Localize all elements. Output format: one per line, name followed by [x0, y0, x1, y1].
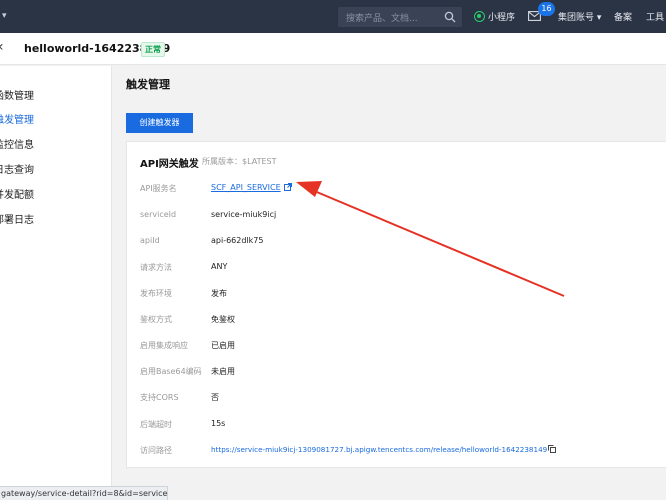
- request-method-label: 请求方法: [140, 263, 172, 272]
- back-arrow-icon[interactable]: ‹: [0, 39, 4, 55]
- sidebar-item-monitoring[interactable]: 监控信息: [0, 136, 34, 151]
- auth-method-label: 鉴权方式: [140, 315, 172, 324]
- base64-encoding-value: 未启用: [211, 367, 235, 376]
- beian-link[interactable]: 备案: [614, 10, 632, 23]
- tools-menu[interactable]: 工具: [646, 10, 664, 23]
- copy-icon[interactable]: [548, 445, 557, 453]
- top-navigation-bar: ▾ 搜索产品、文档... 小程序 16 集团账号 ▾ 备案 工具: [0, 0, 666, 33]
- sidebar-item-deploy-log[interactable]: 部署日志: [0, 211, 34, 226]
- backend-timeout-value: 15s: [211, 419, 226, 428]
- external-link-icon[interactable]: [283, 183, 292, 191]
- function-header: ‹ helloworld-1642238149 正常: [0, 33, 666, 65]
- backend-timeout-label: 后端超时: [140, 420, 172, 429]
- api-service-link[interactable]: SCF_API_SERVICE: [211, 183, 281, 192]
- miniprogram-icon: [474, 11, 485, 22]
- sidebar-item-trigger-management[interactable]: 触发管理: [0, 111, 34, 126]
- auth-method-value: 免鉴权: [211, 315, 235, 324]
- menu-caret-icon[interactable]: ▾: [2, 11, 7, 21]
- cors-value: 否: [211, 393, 219, 402]
- search-input[interactable]: 搜索产品、文档...: [338, 7, 462, 27]
- message-count-badge: 16: [538, 2, 555, 16]
- group-account-menu[interactable]: 集团账号 ▾: [558, 10, 601, 23]
- publish-env-value: 发布: [211, 289, 227, 298]
- sidebar-item-log-query[interactable]: 日志查询: [0, 161, 34, 176]
- create-trigger-button[interactable]: 创建触发器: [126, 113, 193, 133]
- api-service-name-value: SCF_API_SERVICE: [211, 183, 292, 192]
- integrated-response-label: 启用集成响应: [140, 341, 188, 350]
- access-path-label: 访问路径: [140, 446, 172, 455]
- publish-env-label: 发布环境: [140, 289, 172, 298]
- search-icon[interactable]: [444, 11, 456, 23]
- card-title: API网关触发: [140, 159, 199, 170]
- version-label: 所属版本：$LATEST: [202, 157, 277, 166]
- status-badge: 正常: [141, 42, 165, 57]
- sidebar-item-function-management[interactable]: 函数管理: [0, 87, 34, 102]
- base64-encoding-label: 启用Base64编码: [140, 367, 202, 376]
- cors-label: 支持CORS: [140, 393, 179, 402]
- access-path-value: https://service-miuk9icj-1309081727.bj.a…: [211, 445, 557, 454]
- api-service-name-label: API服务名: [140, 184, 177, 193]
- service-id-label: serviceId: [140, 210, 177, 219]
- miniprogram-link[interactable]: 小程序: [474, 10, 515, 23]
- access-path-link[interactable]: https://service-miuk9icj-1309081727.bj.a…: [211, 445, 547, 454]
- api-gateway-trigger-card: API网关触发 所属版本：$LATEST API服务名 SCF_API_SERV…: [126, 141, 666, 468]
- api-id-value: api-662dlk75: [211, 236, 264, 245]
- search-placeholder: 搜索产品、文档...: [346, 14, 418, 24]
- miniprogram-label: 小程序: [488, 13, 516, 23]
- request-method-value: ANY: [211, 262, 228, 271]
- sidebar-item-concurrency-quota[interactable]: 并发配额: [0, 186, 34, 201]
- sidebar: 函数管理 触发管理 监控信息 日志查询 并发配额 部署日志: [0, 66, 112, 500]
- integrated-response-value: 已启用: [211, 341, 235, 350]
- browser-status-url: gateway/service-detail?rid=8&id=service-…: [0, 486, 168, 500]
- api-id-label: apiId: [140, 236, 160, 245]
- service-id-value: service-miuk9icj: [211, 210, 277, 219]
- page-title: 触发管理: [126, 78, 170, 91]
